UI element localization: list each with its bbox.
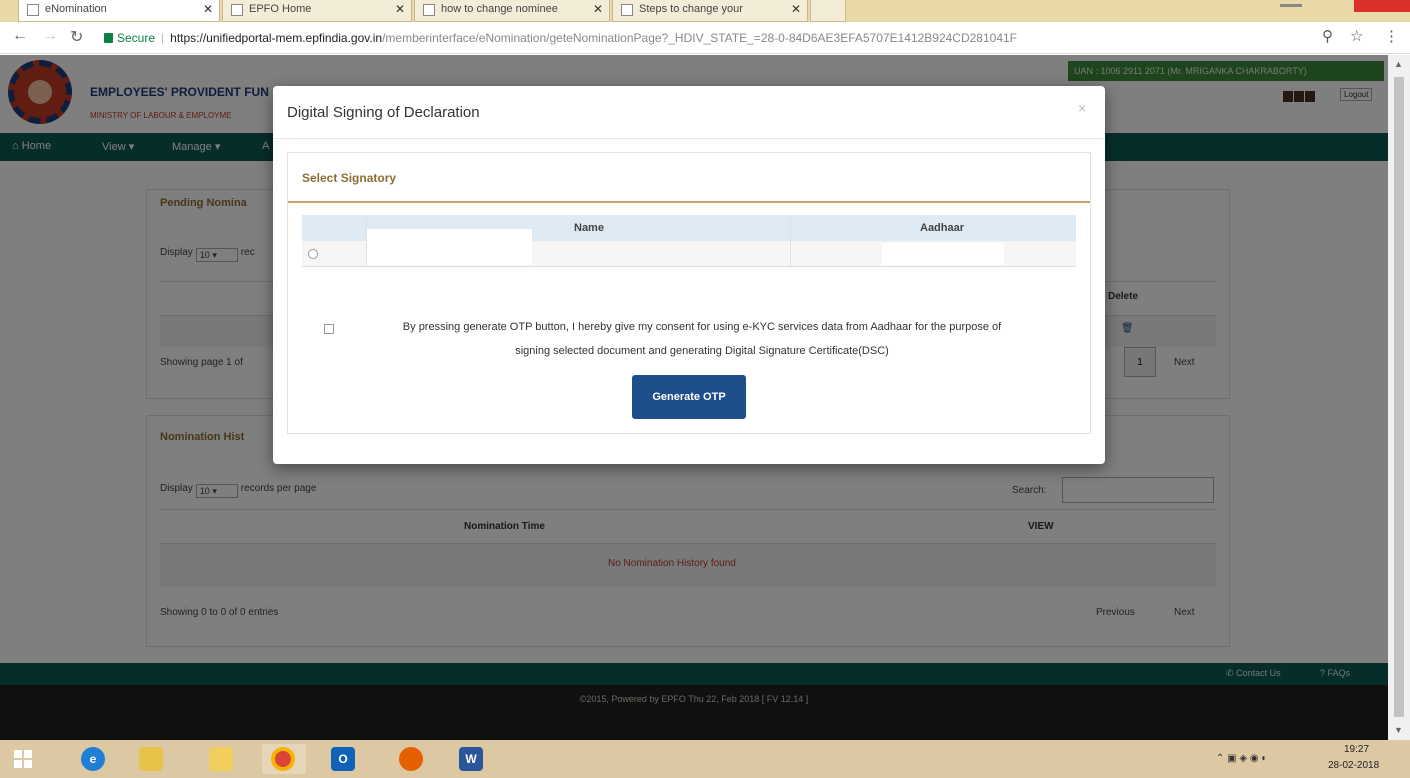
chrome-icon[interactable] (262, 744, 306, 774)
name-column-header: Name (574, 222, 604, 234)
page-icon (621, 4, 633, 16)
outlook-icon[interactable]: O (322, 744, 366, 774)
scroll-thumb[interactable] (1394, 77, 1404, 717)
forward-arrow-icon[interactable]: → (42, 27, 58, 45)
tab-enomination[interactable]: eNomination ✕ (18, 0, 220, 22)
modal-title: Digital Signing of Declaration (287, 104, 480, 121)
minimize-icon[interactable] (1280, 4, 1302, 7)
clock-time[interactable]: 19:27 (1344, 744, 1369, 755)
google-icon (423, 4, 435, 16)
close-window-button[interactable] (1354, 0, 1410, 12)
scroll-down-icon[interactable]: ▼ (1394, 725, 1403, 735)
url-host: https://unifiedportal-mem.epfindia.gov.i… (170, 31, 383, 45)
clock-date[interactable]: 28-02-2018 (1328, 760, 1379, 771)
divider (273, 138, 1105, 139)
aadhaar-column-header: Aadhaar (920, 222, 965, 234)
close-icon[interactable]: ✕ (203, 2, 213, 16)
table-row[interactable] (302, 229, 1076, 267)
lock-icon (104, 33, 113, 43)
digital-signing-modal: Digital Signing of Declaration × Select … (273, 86, 1105, 464)
file-explorer-icon[interactable] (130, 744, 174, 774)
system-tray-icons[interactable]: ⌃ ▣ ◈ ◉ ◐ (1216, 753, 1267, 764)
new-tab-button[interactable] (810, 0, 846, 22)
page-icon (231, 4, 243, 16)
generate-otp-button[interactable]: Generate OTP (632, 375, 746, 419)
internet-explorer-icon[interactable]: e (72, 744, 116, 774)
url-path: /memberinterface/eNomination/geteNominat… (382, 31, 1017, 45)
scroll-up-icon[interactable]: ▲ (1394, 59, 1403, 69)
windows-taskbar: e O W ⌃ ▣ ◈ ◉ ◐ 19:27 28-02-2018 (0, 740, 1410, 778)
signatory-radio[interactable] (308, 249, 318, 259)
tab-title: EPFO Home (249, 3, 312, 15)
divider (366, 215, 367, 267)
close-icon[interactable]: ✕ (593, 2, 603, 16)
redacted-name (366, 229, 532, 265)
page-icon (27, 4, 39, 16)
menu-dots-icon[interactable]: ⋮ (1384, 27, 1399, 45)
tab-steps[interactable]: Steps to change your ✕ (612, 0, 808, 22)
divider (790, 215, 791, 267)
tab-title: how to change nominee (441, 3, 558, 15)
zoom-icon[interactable]: ⚲ (1322, 27, 1333, 45)
signatory-table: Name Aadhaar (302, 215, 1076, 267)
close-icon[interactable]: × (1078, 100, 1086, 116)
tab-google-search[interactable]: how to change nominee ✕ (414, 0, 610, 22)
page-scrollbar[interactable]: ▲ ▼ (1388, 55, 1410, 740)
select-signatory-title: Select Signatory (302, 171, 397, 185)
close-icon[interactable]: ✕ (395, 2, 405, 16)
tab-title: Steps to change your (639, 3, 743, 15)
close-icon[interactable]: ✕ (791, 2, 801, 16)
redacted-aadhaar (882, 243, 1004, 265)
signatory-panel-header: Select Signatory (288, 153, 1090, 203)
word-icon[interactable]: W (450, 744, 494, 774)
reload-icon[interactable]: ↻ (70, 27, 83, 47)
url-bar[interactable]: Secure | https://unifiedportal-mem.epfindi… (100, 26, 1345, 50)
tab-epfo-home[interactable]: EPFO Home ✕ (222, 0, 412, 22)
bookmark-star-icon[interactable]: ☆ (1350, 27, 1363, 45)
address-toolbar: ← → ↻ Secure | https://unifiedportal-mem.e… (0, 22, 1410, 54)
screen: eNomination ✕ EPFO Home ✕ how to change … (0, 0, 1410, 778)
secure-label: Secure (117, 31, 156, 45)
folder-icon[interactable] (200, 744, 244, 774)
browser-tab-bar: eNomination ✕ EPFO Home ✕ how to change … (0, 0, 1410, 22)
signatory-panel: Select Signatory Name Aadhaar By pressin… (287, 152, 1091, 434)
consent-text-line-1: By pressing generate OTP button, I hereb… (402, 321, 1002, 333)
back-arrow-icon[interactable]: ← (12, 27, 28, 45)
windows-start-icon[interactable] (14, 750, 32, 768)
tab-title: eNomination (45, 3, 107, 15)
consent-text-line-2: signing selected document and generating… (515, 345, 889, 357)
firefox-icon[interactable] (390, 744, 434, 774)
